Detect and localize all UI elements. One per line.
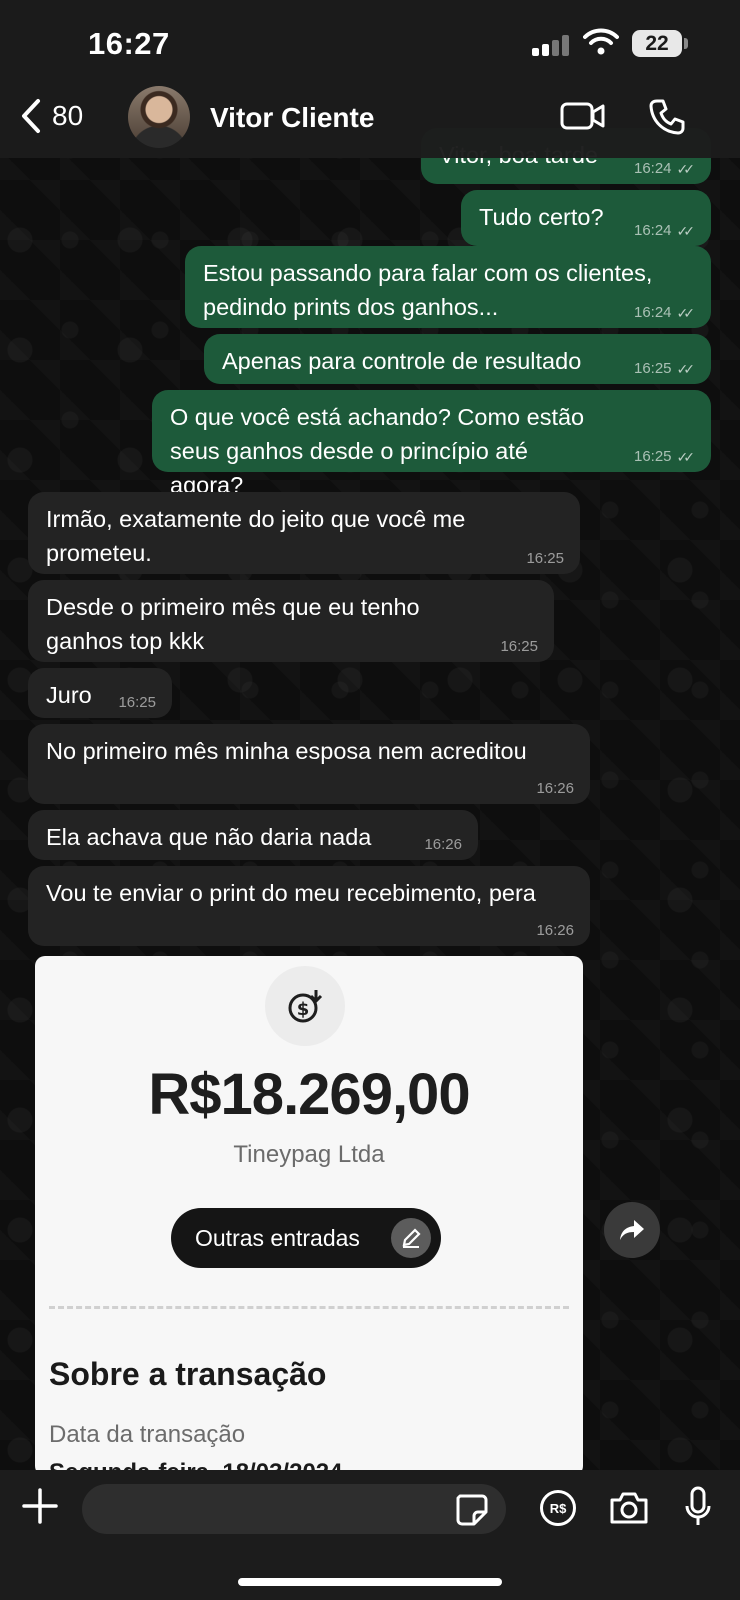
- microphone-icon[interactable]: [684, 1486, 712, 1528]
- field-label: Data da transação: [49, 1421, 246, 1448]
- message-time: 16:25: [500, 638, 538, 655]
- receipt-image-message[interactable]: $ R$18.269,00 Tineypag Ltda Outras entra…: [35, 956, 583, 1476]
- message-meta: 16:25: [500, 638, 538, 656]
- message-meta: 16:25: [526, 550, 564, 568]
- message-time: 16:26: [536, 922, 574, 939]
- message-meta: 16:25 ✓✓: [634, 360, 695, 378]
- home-indicator: [238, 1578, 502, 1586]
- message-time: 16:24: [633, 160, 672, 177]
- divider: [49, 1306, 569, 1309]
- phone-icon[interactable]: [648, 98, 686, 136]
- cellular-signal-icon: [532, 34, 572, 56]
- message-incoming[interactable]: Ela achava que não daria nada 16:26: [28, 810, 478, 860]
- message-time: 16:25: [526, 550, 564, 567]
- message-meta: 16:24 ✓✓: [634, 160, 695, 178]
- message-meta: 16:24 ✓✓: [634, 304, 695, 322]
- transaction-amount: R$18.269,00: [148, 1062, 470, 1127]
- battery-level: 22: [645, 32, 669, 55]
- avatar[interactable]: [128, 86, 190, 148]
- message-time: 16:24: [633, 304, 672, 321]
- message-meta: 16:25 ✓✓: [634, 448, 695, 466]
- category-chip: Outras entradas: [171, 1208, 441, 1268]
- contact-name[interactable]: Vitor Cliente: [210, 102, 374, 134]
- message-time: 16:24: [633, 222, 672, 239]
- money-in-icon: $: [265, 966, 345, 1046]
- forward-icon: [620, 1220, 644, 1240]
- message-composer: R$: [0, 1470, 740, 1600]
- message-meta: 16:25: [118, 694, 156, 712]
- message-time: 16:26: [536, 780, 574, 797]
- message-meta: 16:26: [536, 780, 574, 798]
- camera-icon[interactable]: [608, 1490, 650, 1526]
- message-incoming[interactable]: Vou te enviar o print do meu recebimento…: [28, 866, 590, 946]
- message-text: Desde o primeiro mês que eu tenho ganhos…: [46, 594, 420, 654]
- message-input[interactable]: [82, 1484, 506, 1534]
- video-call-icon[interactable]: [560, 100, 606, 132]
- read-receipt-icon: ✓✓: [676, 161, 696, 177]
- message-outgoing[interactable]: Tudo certo? 16:24 ✓✓: [461, 190, 711, 246]
- payment-label: R$: [549, 1500, 567, 1516]
- message-text: No primeiro mês minha esposa nem acredit…: [46, 738, 527, 764]
- message-text: Ela achava que não daria nada: [46, 824, 372, 850]
- message-incoming[interactable]: No primeiro mês minha esposa nem acredit…: [28, 724, 590, 804]
- message-time: 16:25: [633, 360, 672, 377]
- wifi-icon: [583, 28, 619, 55]
- status-time: 16:27: [88, 26, 170, 61]
- message-text: Vou te enviar o print do meu recebimento…: [46, 880, 536, 906]
- battery-icon: 22: [632, 30, 682, 57]
- message-meta: 16:26: [424, 836, 462, 854]
- back-button[interactable]: 80: [20, 98, 83, 134]
- sticker-icon[interactable]: [454, 1492, 488, 1526]
- message-text: Apenas para controle de resultado: [222, 348, 582, 374]
- message-incoming[interactable]: Desde o primeiro mês que eu tenho ganhos…: [28, 580, 554, 662]
- pencil-icon: [391, 1218, 431, 1258]
- message-time: 16:25: [633, 448, 672, 465]
- category-label: Outras entradas: [195, 1224, 360, 1251]
- message-outgoing[interactable]: Apenas para controle de resultado 16:25 ✓…: [204, 334, 711, 384]
- section-title: Sobre a transação: [49, 1356, 327, 1392]
- read-receipt-icon: ✓✓: [676, 361, 696, 377]
- message-text: Irmão, exatamente do jeito que você me p…: [46, 506, 466, 566]
- message-outgoing[interactable]: O que você está achando? Como estão seus…: [152, 390, 711, 498]
- read-receipt-icon: ✓✓: [676, 223, 696, 239]
- message-meta: 16:24 ✓✓: [634, 222, 695, 240]
- message-text: Estou passando para falar com os cliente…: [203, 260, 653, 320]
- svg-text:$: $: [297, 999, 310, 1020]
- unread-count: 80: [52, 100, 84, 131]
- forward-button[interactable]: [604, 1202, 660, 1258]
- message-text: Tudo certo?: [479, 204, 604, 230]
- message-meta: 16:26: [536, 922, 574, 940]
- plus-icon[interactable]: [22, 1488, 58, 1524]
- read-receipt-icon: ✓✓: [676, 305, 696, 321]
- message-time: 16:25: [118, 694, 156, 711]
- chat-header: 16:27 22 80 Vitor Cliente: [0, 0, 740, 158]
- payment-icon[interactable]: R$: [540, 1490, 576, 1526]
- chevron-left-icon: [22, 99, 40, 133]
- message-incoming[interactable]: Juro 16:25: [28, 668, 172, 718]
- message-incoming[interactable]: Irmão, exatamente do jeito que você me p…: [28, 492, 580, 574]
- message-outgoing[interactable]: Estou passando para falar com os cliente…: [185, 246, 711, 328]
- battery-tip: [684, 38, 688, 49]
- read-receipt-icon: ✓✓: [676, 449, 696, 465]
- message-text: Juro: [46, 682, 92, 708]
- message-time: 16:26: [424, 836, 462, 853]
- company-name: Tineypag Ltda: [233, 1141, 385, 1168]
